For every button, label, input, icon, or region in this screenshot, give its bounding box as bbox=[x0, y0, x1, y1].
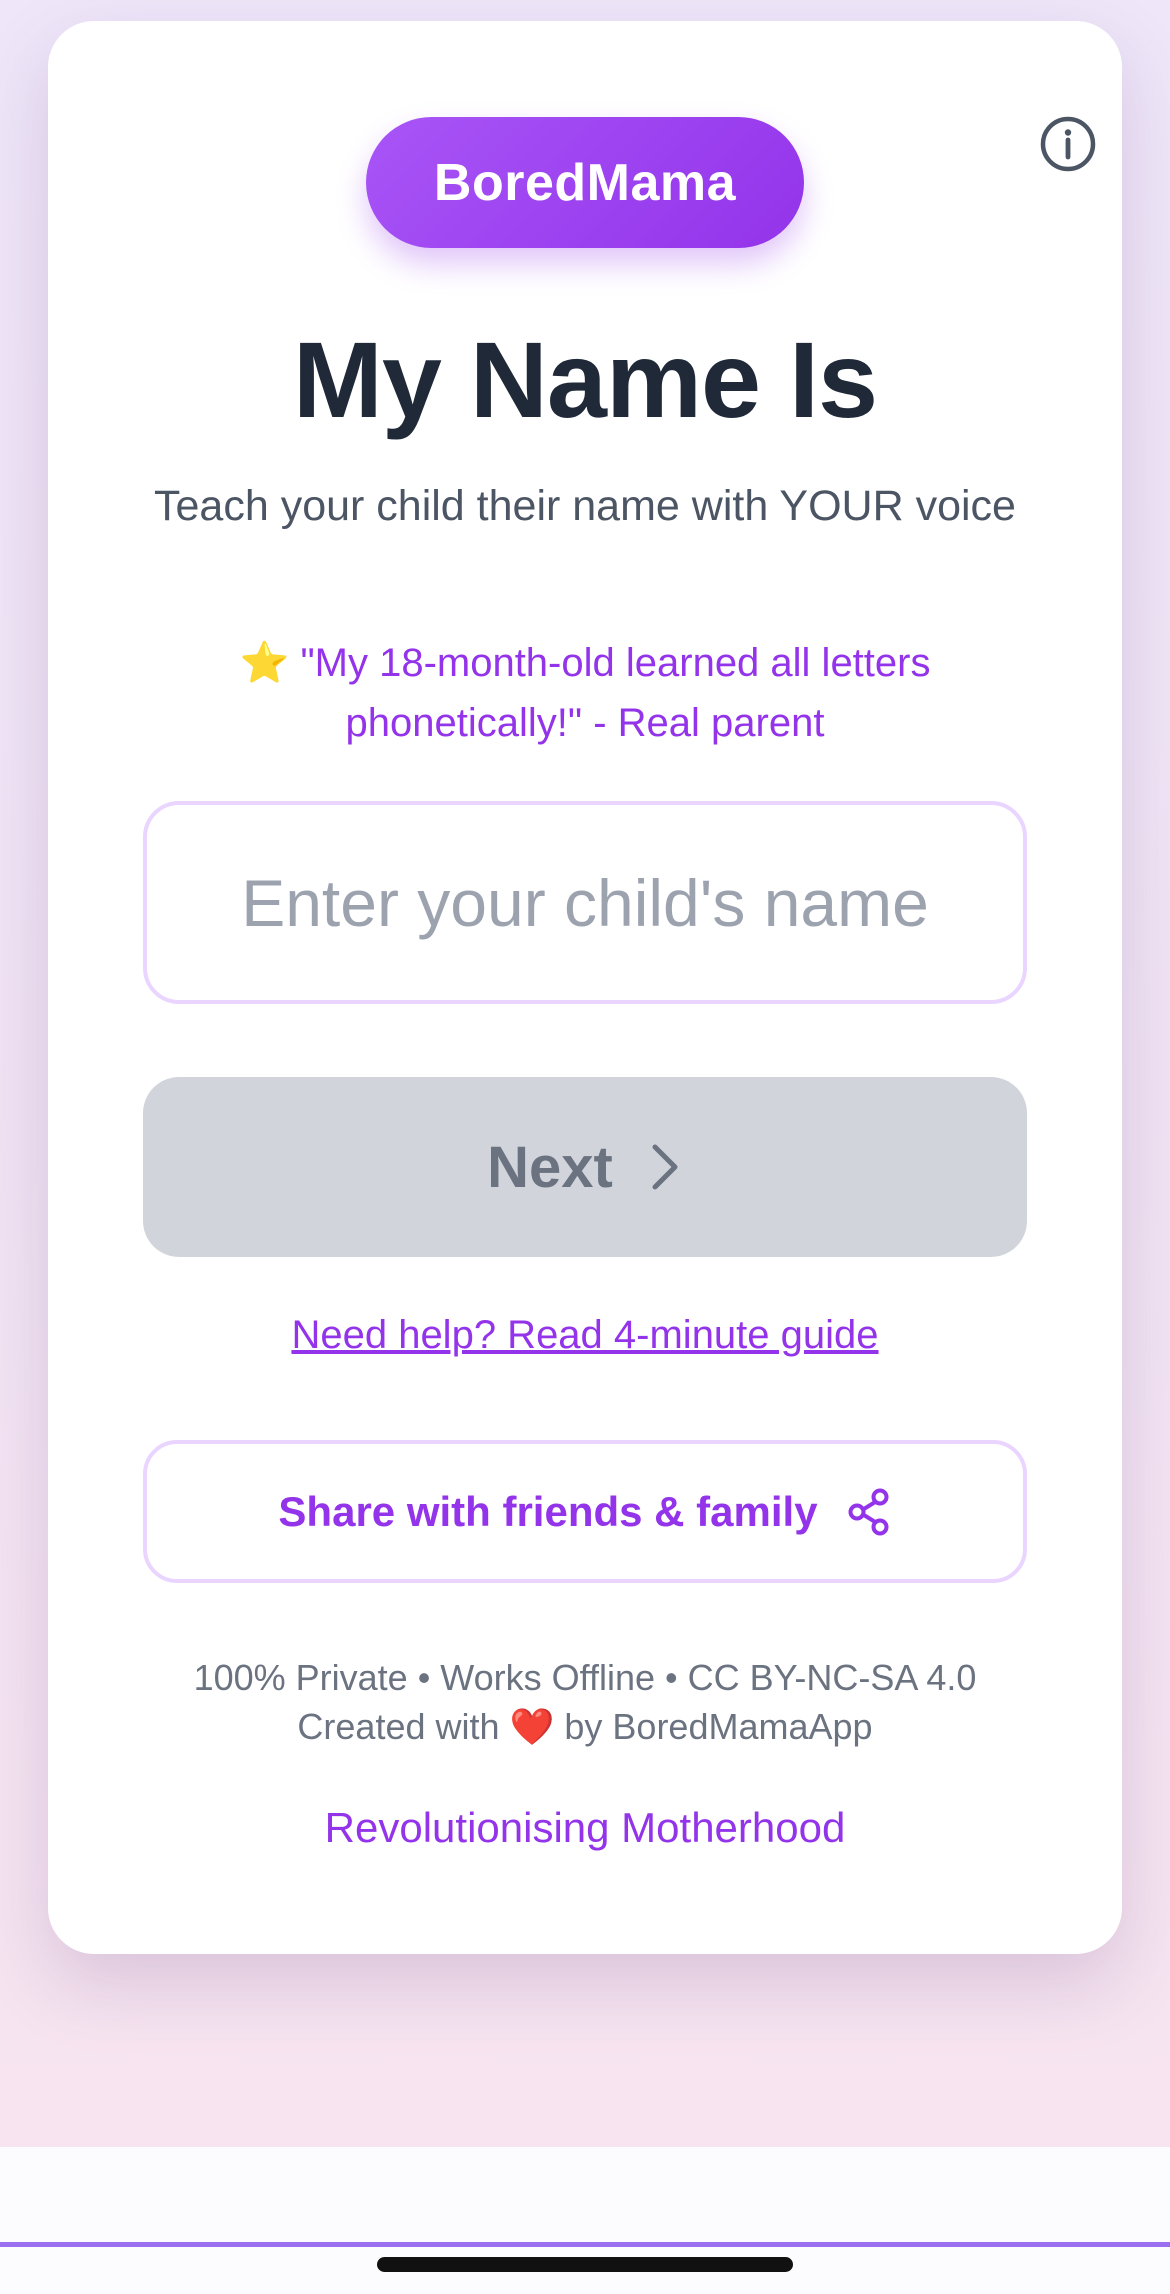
footer-credit-prefix: Created with bbox=[297, 1706, 500, 1747]
brand-badge: BoredMama bbox=[366, 117, 804, 248]
share-button[interactable]: Share with friends & family bbox=[143, 1440, 1027, 1583]
chevron-right-icon bbox=[652, 1144, 678, 1190]
info-button[interactable] bbox=[1038, 114, 1098, 174]
help-guide-link[interactable]: Need help? Read 4-minute guide bbox=[0, 1305, 1170, 1365]
share-nodes-icon bbox=[848, 1488, 889, 1535]
footer-privacy-license: 100% Private • Works Offline • CC BY-NC-… bbox=[193, 1657, 977, 1698]
home-indicator[interactable] bbox=[377, 2257, 793, 2272]
testimonial-text: "My 18-month-old learned all letters pho… bbox=[300, 641, 931, 745]
tagline: Revolutionising Motherhood bbox=[324, 1804, 846, 1851]
share-button-label: Share with friends & family bbox=[278, 1487, 818, 1535]
footer-credit: Created with ❤️ by BoredMamaApp bbox=[0, 1703, 1170, 1751]
child-name-input[interactable] bbox=[143, 801, 1027, 1004]
next-button-label: Next bbox=[487, 1134, 613, 1200]
page-title: My Name Is bbox=[292, 319, 878, 440]
bottom-accent-line bbox=[0, 2242, 1170, 2247]
next-button[interactable]: Next bbox=[143, 1077, 1027, 1257]
page-subtitle: Teach your child their name with YOUR vo… bbox=[154, 482, 1016, 530]
heart-icon: ❤️ bbox=[509, 1706, 555, 1747]
testimonial: ⭐ "My 18-month-old learned all letters p… bbox=[150, 633, 1020, 753]
info-circle-icon bbox=[1040, 116, 1096, 172]
brand-name: BoredMama bbox=[433, 153, 737, 212]
star-icon: ⭐ bbox=[239, 641, 290, 685]
footer-credit-suffix: by BoredMamaApp bbox=[564, 1706, 873, 1747]
